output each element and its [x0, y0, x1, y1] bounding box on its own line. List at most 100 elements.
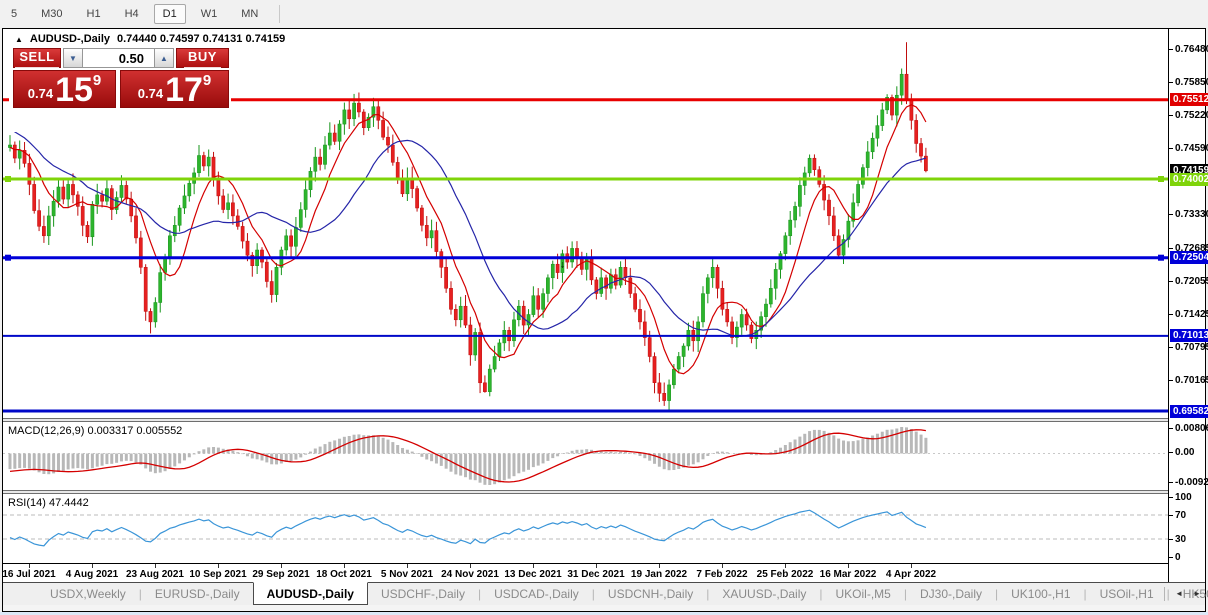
date-label: 24 Nov 2021	[441, 569, 499, 580]
symbol-tab-audusd[interactable]: AUDUSD-,Daily	[253, 582, 368, 605]
macd-pane[interactable]: MACD(12,26,9) 0.003317 0.005552	[3, 422, 1168, 490]
line-handle[interactable]	[1158, 176, 1164, 182]
date-tick-mark	[344, 564, 345, 568]
arrow-down-annotation: ↓	[560, 259, 565, 270]
timeframe-button-w1[interactable]: W1	[192, 4, 227, 24]
price-axis[interactable]: 0.0080610.00-0.009286100703000.764800.75…	[1168, 29, 1205, 582]
timeframe-button-m30[interactable]: M30	[32, 4, 71, 24]
date-tick-mark	[470, 564, 471, 568]
sell-price-display[interactable]: 0.74 15 9	[13, 70, 116, 108]
axis-tick-mark	[1169, 428, 1173, 429]
chevron-up-icon: ▲	[160, 54, 168, 63]
symbol-tab-eurusd[interactable]: EURUSD-,Daily	[142, 583, 253, 605]
date-label: 10 Sep 2021	[189, 569, 246, 580]
line-handle[interactable]	[5, 255, 11, 261]
collapse-arrow-icon[interactable]: ▲	[15, 35, 23, 44]
macd-axis-tick: -0.009286	[1175, 477, 1208, 488]
axis-tick-mark	[1169, 248, 1173, 249]
buy-price-display[interactable]: 0.74 17 9	[120, 70, 229, 108]
chart-window: ↓ ▲ AUDUSD-,Daily 0.74440 0.74597 0.7413…	[2, 28, 1206, 612]
axis-tick-mark	[1169, 482, 1173, 483]
timeframe-button-5[interactable]: 5	[2, 4, 26, 24]
axis-tick-mark	[1169, 380, 1173, 381]
rsi-pane[interactable]: RSI(14) 47.4442	[3, 494, 1168, 563]
price-axis-tick: 0.75220	[1175, 110, 1208, 121]
symbol-tab-usdcnh[interactable]: USDCNH-,Daily	[595, 583, 706, 605]
rsi-axis-tick: 0	[1175, 552, 1181, 563]
axis-tick-mark	[1169, 82, 1173, 83]
price-axis-tick: 0.70165	[1175, 375, 1208, 386]
symbol-tab-usdcad[interactable]: USDCAD-,Daily	[481, 583, 592, 605]
rsi-value: 47.4442	[49, 497, 89, 509]
buy-price-pip: 9	[203, 72, 211, 89]
volume-decrease-button[interactable]: ▼	[63, 48, 83, 68]
date-tick-mark	[218, 564, 219, 568]
symbol-tab-usoil[interactable]: USOil-,H1	[1087, 583, 1167, 605]
date-tick-mark	[155, 564, 156, 568]
macd-label: MACD(12,26,9) 0.003317 0.005552	[8, 425, 182, 437]
timeframe-button-h1[interactable]: H1	[78, 4, 110, 24]
toolbar-separator	[279, 5, 280, 23]
date-tick-mark	[407, 564, 408, 568]
macd-axis-tick: 0.00	[1175, 447, 1194, 458]
symbol-tab-uk100[interactable]: UK100-,H1	[998, 583, 1083, 605]
price-axis-tick: 0.72055	[1175, 276, 1208, 287]
symbol-tab-usdchf[interactable]: USDCHF-,Daily	[368, 583, 478, 605]
rsi-axis-tick: 70	[1175, 510, 1186, 521]
volume-input[interactable]	[83, 48, 154, 68]
one-click-trade-panel: SELL ▼ ▲ BUY 0.74 15 9 0.74 17 9	[9, 46, 231, 132]
price-axis-tick: 0.70795	[1175, 342, 1208, 353]
symbol-tab-ukoil[interactable]: UKOil-,M5	[823, 583, 904, 605]
rsi-chart[interactable]	[3, 494, 1168, 563]
date-label: 16 Jul 2021	[2, 569, 55, 580]
buy-button[interactable]: BUY	[176, 48, 229, 68]
chevron-down-icon: ▼	[69, 54, 77, 63]
buy-button-label: BUY	[184, 49, 221, 68]
price-badge: 0.69582	[1170, 405, 1208, 418]
tab-scroll-left-button[interactable]: ◄	[1175, 589, 1183, 598]
date-label: 25 Feb 2022	[757, 569, 814, 580]
line-handle[interactable]	[1158, 255, 1164, 261]
sell-button-label: SELL	[15, 49, 58, 68]
price-pane[interactable]: ↓ ▲ AUDUSD-,Daily 0.74440 0.74597 0.7413…	[3, 29, 1168, 418]
ohlc-values: 0.74440 0.74597 0.74131 0.74159	[117, 33, 285, 45]
date-tick-mark	[722, 564, 723, 568]
sell-price-pip: 9	[93, 72, 101, 89]
rsi-axis-tick: 30	[1175, 534, 1186, 545]
macd-axis-tick: 0.008061	[1175, 423, 1208, 434]
axis-tick-mark	[1169, 115, 1173, 116]
timeframe-button-mn[interactable]: MN	[232, 4, 267, 24]
symbol-tab-dj30[interactable]: DJ30-,Daily	[907, 583, 995, 605]
date-label: 13 Dec 2021	[504, 569, 561, 580]
macd-values: 0.003317 0.005552	[87, 425, 182, 437]
rsi-label: RSI(14) 47.4442	[8, 497, 89, 509]
tab-scroll-right-button[interactable]: ►	[1193, 589, 1201, 598]
axis-tick-mark	[1169, 49, 1173, 50]
axis-tick-mark	[1169, 497, 1173, 498]
symbol-tab-bar: USDX,Weekly|EURUSD-,DailyAUDUSD-,DailyUS…	[3, 582, 1205, 605]
price-axis-tick: 0.75850	[1175, 77, 1208, 88]
volume-increase-button[interactable]: ▲	[154, 48, 174, 68]
timeframe-button-h4[interactable]: H4	[116, 4, 148, 24]
price-badge: 0.75512	[1170, 93, 1208, 106]
rsi-axis-tick: 100	[1175, 492, 1192, 503]
timeframe-toolbar: 5 M30 H1 H4 D1 W1MN	[0, 0, 1208, 27]
date-tick-mark	[533, 564, 534, 568]
date-tick-mark	[92, 564, 93, 568]
window-filler	[3, 605, 1205, 611]
date-label: 16 Mar 2022	[820, 569, 877, 580]
buy-price-big: 17	[165, 75, 203, 105]
date-label: 23 Aug 2021	[126, 569, 184, 580]
sell-button[interactable]: SELL	[13, 48, 61, 68]
date-axis[interactable]: 16 Jul 20214 Aug 202123 Aug 202110 Sep 2…	[3, 563, 1168, 582]
axis-tick-mark	[1169, 539, 1173, 540]
date-label: 19 Jan 2022	[631, 569, 687, 580]
price-badge: 0.71013	[1170, 329, 1208, 342]
timeframe-button-d1[interactable]: D1	[154, 4, 186, 24]
symbol-tab-usdx[interactable]: USDX,Weekly	[37, 583, 139, 605]
sell-price-big: 15	[55, 75, 93, 105]
line-handle[interactable]	[5, 176, 11, 182]
price-badge: 0.74002	[1170, 173, 1208, 186]
date-tick-mark	[281, 564, 282, 568]
symbol-tab-xauusd[interactable]: XAUUSD-,Daily	[709, 583, 819, 605]
